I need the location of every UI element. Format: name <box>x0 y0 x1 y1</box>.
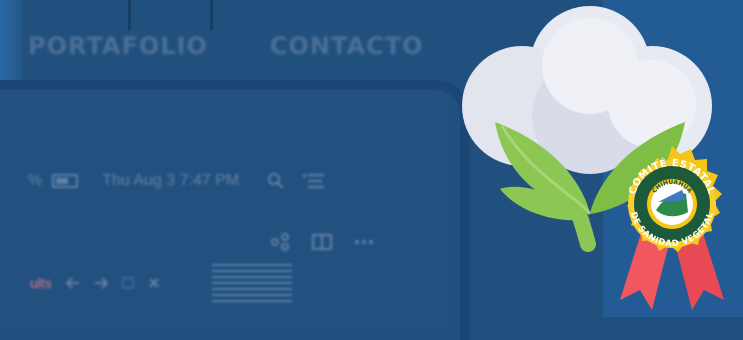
results-label: ults <box>30 275 52 291</box>
code-preview <box>212 262 292 302</box>
close-icon[interactable] <box>148 277 160 289</box>
share-icon[interactable] <box>270 233 290 251</box>
clock: Thu Aug 3 7:47 PM <box>102 172 240 189</box>
more-icon[interactable] <box>354 239 374 245</box>
status-bar: % Thu Aug 3 7:47 PM <box>28 172 325 190</box>
browser-toolbar <box>270 233 374 251</box>
tab-icon[interactable] <box>122 277 134 289</box>
list-icon[interactable] <box>303 173 325 189</box>
panel-icon[interactable] <box>312 234 332 250</box>
bottom-toolbar: ults <box>30 275 160 291</box>
award-seal-icon: COMITÉ ESTATAL DE SANIDAD VEGETAL CHIHUA… <box>620 146 724 310</box>
battery-percent: % <box>28 172 43 189</box>
back-arrow-icon[interactable] <box>65 277 80 289</box>
nav-menu: PORTAFOLIO CONTACTO <box>28 32 423 60</box>
search-icon[interactable] <box>267 172 285 190</box>
faint-background-bars <box>128 0 218 30</box>
forward-arrow-icon[interactable] <box>94 277 108 289</box>
nav-item-portafolio[interactable]: PORTAFOLIO <box>28 32 208 60</box>
battery-icon <box>52 174 79 188</box>
nav-item-contacto[interactable]: CONTACTO <box>270 32 424 60</box>
